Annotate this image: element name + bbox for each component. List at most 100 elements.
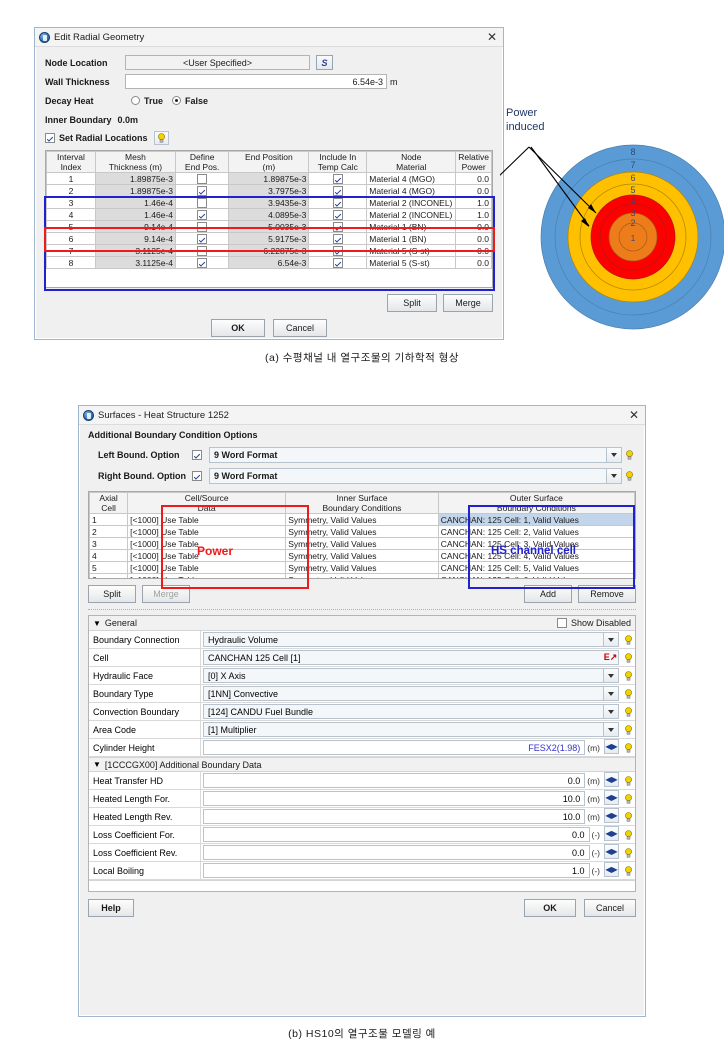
expression-icon[interactable]: E↗ — [603, 651, 618, 664]
define-end-pos-checkbox[interactable] — [197, 245, 208, 256]
property-value-field[interactable]: [124] CANDU Fuel Bundle — [203, 704, 619, 719]
property-value-field[interactable]: 0.0 — [203, 773, 586, 788]
cell-source-data[interactable]: [<1000] Use Table — [127, 561, 287, 574]
cell-end-position[interactable]: 3.9435e-3 — [228, 196, 310, 209]
bound-option-combobox[interactable]: 9 Word Format — [209, 467, 622, 484]
property-value-field[interactable]: FESX2(1.98) — [203, 740, 586, 755]
cell-define-end-pos[interactable] — [174, 244, 230, 257]
cell-node-material[interactable]: Material 4 (MGO) — [366, 184, 457, 197]
additional-section-header[interactable]: ▼ [1CCCGX00] Additional Boundary Data — [89, 757, 635, 772]
include-temp-calc-checkbox[interactable] — [332, 233, 343, 244]
cell-relative-power[interactable]: 0.0 — [455, 220, 492, 233]
cell-node-material[interactable]: Material 5 (S-st) — [366, 244, 457, 257]
cell-outer-surface-bc[interactable]: CANCHAN: 125 Cell: 1, Valid Values — [437, 513, 635, 526]
cell-include-temp-calc[interactable] — [308, 232, 368, 245]
stepper-icon[interactable]: ◀▶ — [604, 808, 619, 823]
stepper-icon[interactable]: ◀▶ — [604, 790, 619, 805]
set-radial-locations-checkbox[interactable] — [45, 133, 55, 143]
cell-inner-surface-bc[interactable]: Symmetry, Valid Values — [285, 561, 439, 574]
include-temp-calc-checkbox[interactable] — [332, 197, 343, 208]
cell-define-end-pos[interactable] — [174, 208, 230, 221]
cell-node-material[interactable]: Material 5 (S-st) — [366, 256, 457, 269]
chevron-down-icon[interactable] — [603, 723, 618, 736]
cell-relative-power[interactable]: 0.0 — [455, 244, 492, 257]
node-location-field[interactable]: <User Specified> — [125, 55, 310, 70]
cell-mesh-thickness[interactable]: 1.46e-4 — [94, 208, 176, 221]
close-icon[interactable]: ✕ — [627, 408, 641, 422]
cell-end-position[interactable]: 1.89875e-3 — [228, 172, 310, 185]
table-row[interactable]: 3 1.46e-4 3.9435e-3 Material 2 (INCONEL) 1.0 — [46, 196, 492, 209]
help-button[interactable]: Help — [88, 899, 134, 917]
cell-end-position[interactable]: 6.22875e-3 — [228, 244, 310, 257]
cell-inner-surface-bc[interactable]: Symmetry, Valid Values — [285, 513, 439, 526]
define-end-pos-checkbox[interactable] — [197, 221, 208, 232]
help-icon[interactable] — [621, 809, 635, 824]
ok-button[interactable]: OK — [524, 899, 576, 917]
surfaces-table-container[interactable]: Axial Cell Cell/Source Data Inner Surface Bou… — [88, 491, 636, 579]
define-end-pos-checkbox[interactable] — [197, 209, 208, 220]
property-value-field[interactable]: 0.0 — [203, 827, 590, 842]
help-icon[interactable] — [621, 722, 635, 737]
bound-option-combobox[interactable]: 9 Word Format — [209, 446, 622, 463]
cell-include-temp-calc[interactable] — [308, 196, 368, 209]
help-icon[interactable] — [621, 863, 635, 878]
show-disabled-checkbox[interactable] — [556, 618, 567, 628]
table-row[interactable]: 8 3.1125e-4 6.54e-3 Material 5 (S-st) 0.0 — [46, 256, 492, 269]
cell-include-temp-calc[interactable] — [308, 256, 368, 269]
help-icon[interactable] — [621, 791, 635, 806]
close-icon[interactable]: ✕ — [485, 30, 499, 44]
include-temp-calc-checkbox[interactable] — [332, 257, 343, 268]
table-row[interactable]: 5 9.14e-4 5.0035e-3 Material 1 (BN) 0.0 — [46, 220, 492, 233]
general-section-header[interactable]: ▼ General Show Disabled — [89, 616, 635, 631]
cell-include-temp-calc[interactable] — [308, 208, 368, 221]
cell-source-data[interactable]: [<1000] Use Table — [127, 513, 287, 526]
cell-relative-power[interactable]: 0.0 — [455, 232, 492, 245]
include-temp-calc-checkbox[interactable] — [332, 221, 343, 232]
chevron-down-icon[interactable] — [603, 633, 618, 646]
help-icon[interactable] — [621, 668, 635, 683]
table-row[interactable]: 1 1.89875e-3 1.89875e-3 Material 4 (MGO) 0.0 — [46, 172, 492, 185]
include-temp-calc-checkbox[interactable] — [332, 209, 343, 220]
help-icon[interactable] — [621, 650, 635, 665]
cell-define-end-pos[interactable] — [174, 220, 230, 233]
cell-node-material[interactable]: Material 1 (BN) — [366, 220, 457, 233]
help-icon[interactable] — [621, 704, 635, 719]
help-icon[interactable] — [621, 740, 635, 755]
cell-end-position[interactable]: 3.7975e-3 — [228, 184, 310, 197]
cell-mesh-thickness[interactable]: 1.89875e-3 — [94, 172, 176, 185]
cell-include-temp-calc[interactable] — [308, 244, 368, 257]
property-value-field[interactable]: 10.0 — [203, 791, 586, 806]
help-icon[interactable] — [622, 447, 636, 462]
cell-node-material[interactable]: Material 2 (INCONEL) — [366, 196, 457, 209]
define-end-pos-checkbox[interactable] — [197, 197, 208, 208]
stepper-icon[interactable]: ◀▶ — [604, 844, 619, 859]
cell-mesh-thickness[interactable]: 9.14e-4 — [94, 220, 176, 233]
property-value-field[interactable]: [1NN] Convective — [203, 686, 619, 701]
property-value-field[interactable]: [0] X Axis — [203, 668, 619, 683]
include-temp-calc-checkbox[interactable] — [332, 185, 343, 196]
help-icon[interactable] — [621, 773, 635, 788]
table-row[interactable]: 7 3.1125e-4 6.22875e-3 Material 5 (S-st) 0.0 — [46, 244, 492, 257]
cell-include-temp-calc[interactable] — [308, 184, 368, 197]
cell-define-end-pos[interactable] — [174, 172, 230, 185]
table-row[interactable]: 2 1.89875e-3 3.7975e-3 Material 4 (MGO) 0.0 — [46, 184, 492, 197]
cell-inner-surface-bc[interactable]: Symmetry, Valid Values — [285, 573, 439, 578]
cell-mesh-thickness[interactable]: 1.89875e-3 — [94, 184, 176, 197]
help-icon[interactable] — [621, 632, 635, 647]
cell-end-position[interactable]: 5.9175e-3 — [228, 232, 310, 245]
property-value-field[interactable]: 10.0 — [203, 809, 586, 824]
cancel-button[interactable]: Cancel — [584, 899, 636, 917]
cell-inner-surface-bc[interactable]: Symmetry, Valid Values — [285, 525, 439, 538]
cell-define-end-pos[interactable] — [174, 232, 230, 245]
chevron-down-icon[interactable] — [606, 447, 621, 462]
bound-option-checkbox[interactable] — [192, 470, 202, 481]
cell-mesh-thickness[interactable]: 1.46e-4 — [94, 196, 176, 209]
split-button[interactable]: Split — [88, 585, 136, 603]
stepper-icon[interactable]: ◀▶ — [604, 826, 619, 841]
wall-thickness-input[interactable]: 6.54e-3 — [125, 74, 387, 89]
chevron-down-icon[interactable]: ▼ — [93, 760, 101, 769]
cell-define-end-pos[interactable] — [174, 184, 230, 197]
define-end-pos-checkbox[interactable] — [197, 233, 208, 244]
cell-mesh-thickness[interactable]: 3.1125e-4 — [94, 256, 176, 269]
help-icon[interactable] — [621, 686, 635, 701]
